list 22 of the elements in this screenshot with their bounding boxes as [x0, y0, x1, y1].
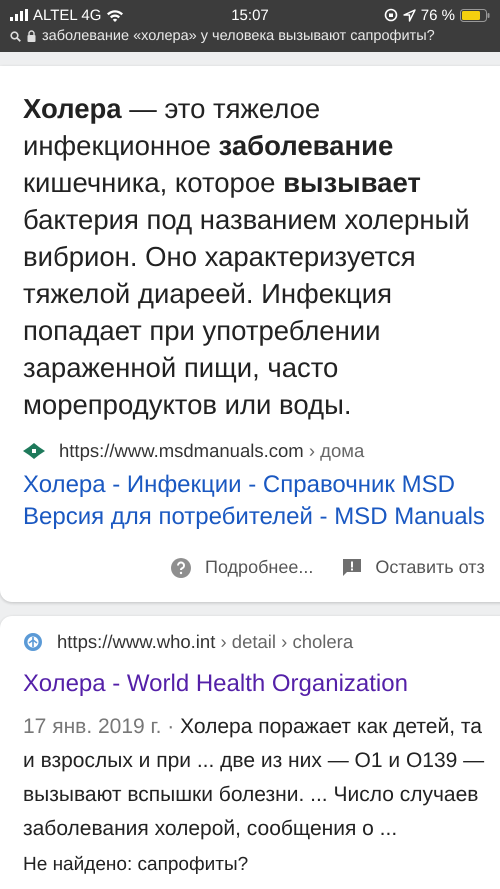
result-title-link[interactable]: Холера - World Health Organization — [23, 668, 500, 700]
address-bar[interactable]: заболевание «холера» у человека вызывают сапрофиты? — [10, 26, 490, 46]
result-snippet: 17 янв. 2019 г. · Холера поражает как детей, та и взрослых и при ... две из них — O1 и O139 — вызывают вспышки болезни. ... Число случаев заболевания холерой, сообщения о ... — [23, 714, 486, 842]
lock-icon — [27, 30, 36, 42]
answer-text: Холера — это тяжелое инфекционное заболевание кишечника, которое вызывает бактерия под названием холерный вибрион. Оно характеризуется тяжелой диареей. Инфекция попадает при употреблении зараженной пищи, часто морепродуктов или воды. — [23, 92, 471, 422]
result-title-link[interactable]: Холера - Инфекции - Справочник MSD Версия для потребителей - MSD Manuals — [23, 469, 500, 533]
result-url: https://www.msdmanuals.com › дома — [59, 440, 364, 462]
help-icon — [171, 558, 191, 578]
clock-time: 15:07 — [231, 6, 269, 24]
wifi-icon — [106, 8, 124, 22]
missing-terms-text: Не найдено: сапрофиты? — [23, 854, 250, 876]
signal-icon — [10, 9, 28, 21]
carrier-name: ALTEL 4G — [33, 6, 102, 24]
feedback-button[interactable]: Оставить отз — [343, 557, 485, 578]
location-arrow-icon — [402, 8, 416, 22]
feedback-icon — [343, 558, 362, 576]
battery-icon — [460, 8, 490, 22]
result-url: https://www.who.int › detail › cholera — [57, 631, 354, 653]
battery-percentage: 76 % — [420, 6, 455, 24]
search-icon — [10, 30, 21, 42]
more-info-button[interactable]: Подробнее... — [171, 557, 314, 578]
site-favicon-icon — [23, 443, 45, 459]
